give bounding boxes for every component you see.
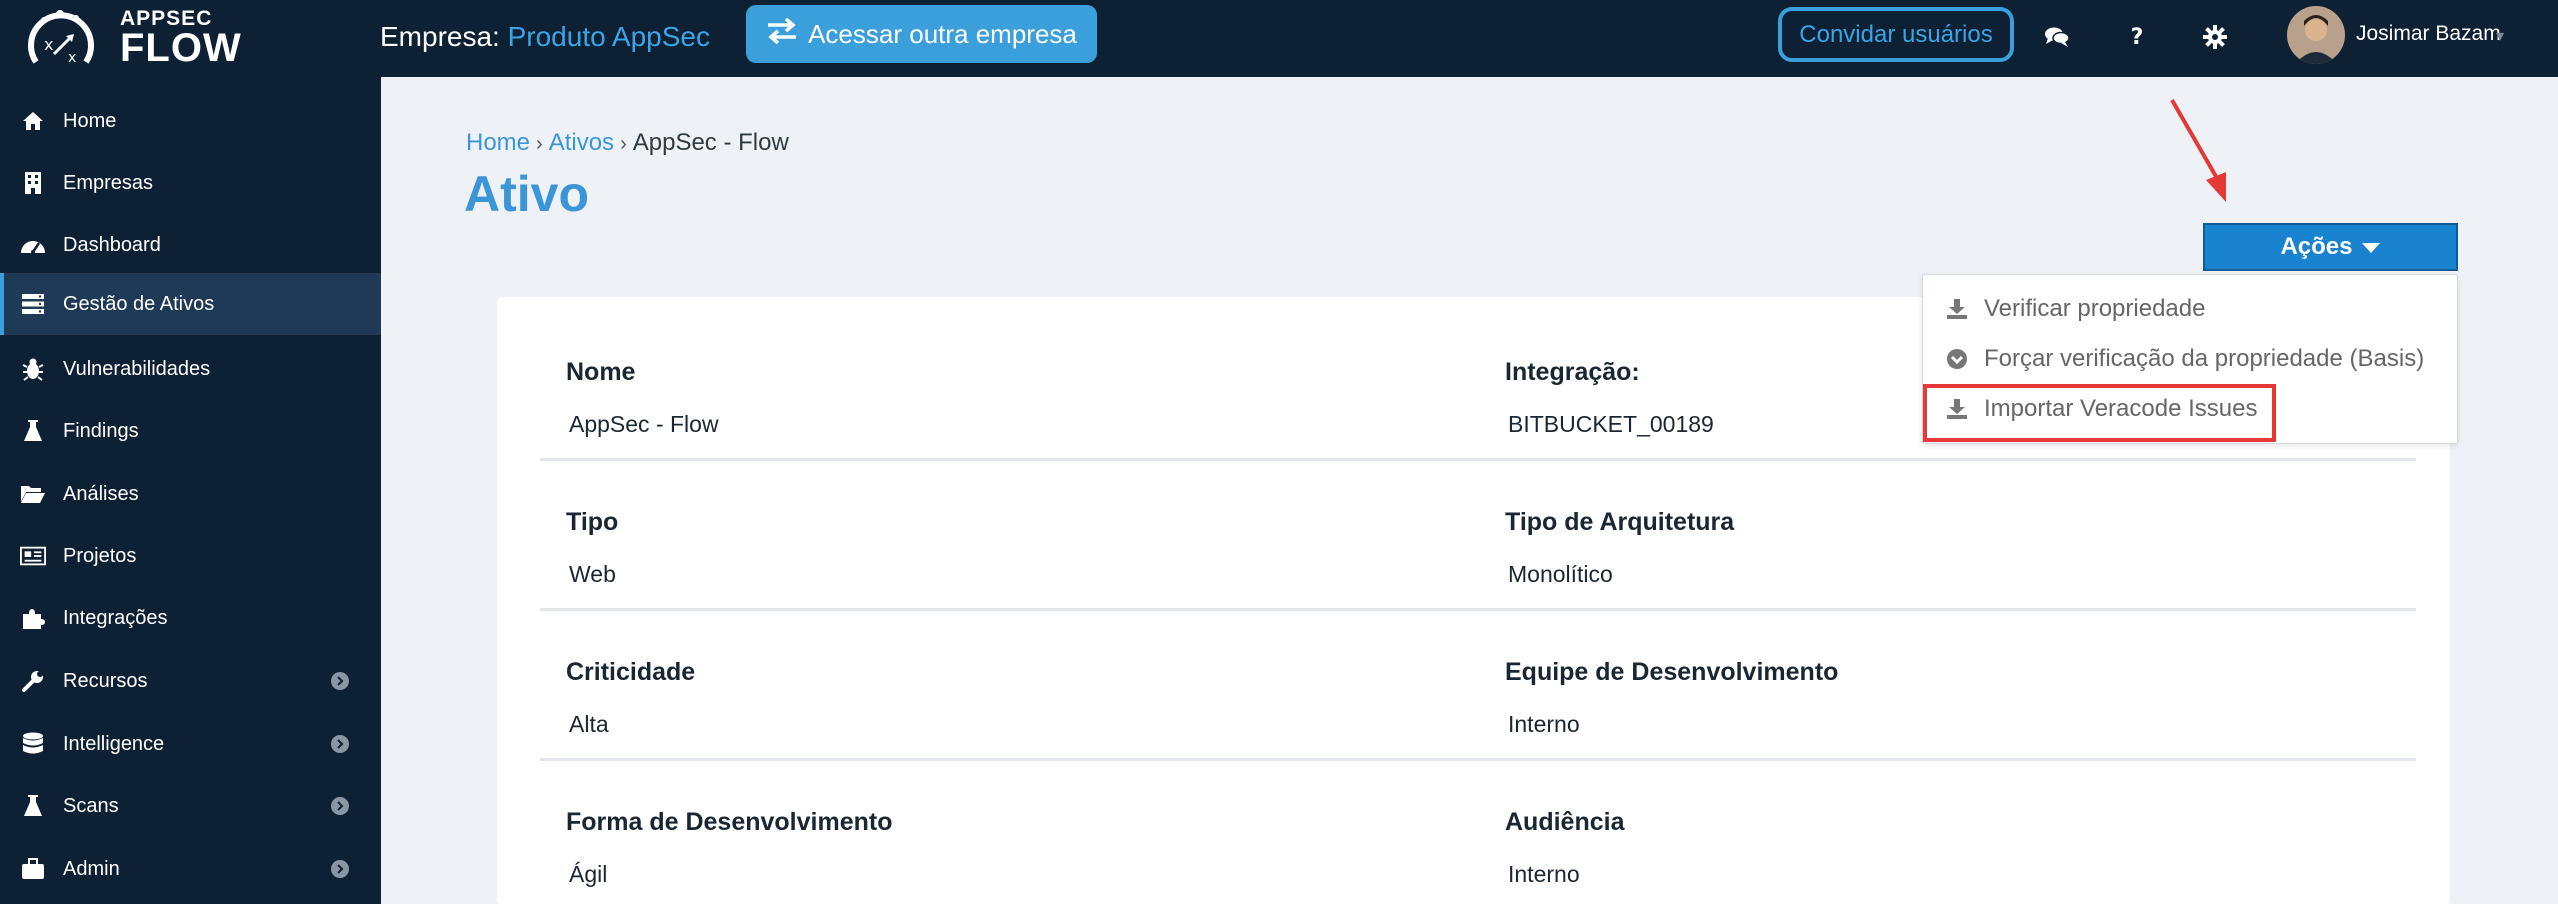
building-icon: [20, 170, 46, 196]
divider: [540, 458, 2416, 461]
chevron-right-icon[interactable]: [331, 860, 349, 878]
red-arrow-annotation: [2170, 99, 2226, 202]
invite-users-button[interactable]: Convidar usuários: [1778, 7, 2014, 62]
puzzle-icon: [20, 605, 46, 631]
flask-icon: [20, 793, 46, 819]
briefcase-icon: [20, 856, 46, 882]
company-label: Empresa:: [380, 21, 500, 52]
field-label-forma-de-desenvolvimento: Forma de Desenvolvimento: [566, 808, 893, 836]
folder-open-icon: [20, 481, 46, 507]
menu-item-forcar-verificacao[interactable]: Forçar verificação da propriedade (Basis…: [1923, 335, 2459, 383]
sidebar-item-label: Integrações: [63, 606, 168, 629]
sidebar-item-projetos[interactable]: Projetos: [0, 525, 381, 587]
sidebar-item-recursos[interactable]: Recursos: [0, 650, 381, 712]
svg-text:x: x: [44, 35, 53, 54]
sidebar-item-label: Scans: [63, 794, 119, 817]
sidebar-item-analises[interactable]: Análises: [0, 463, 381, 525]
sidebar-item-vulnerabilidades[interactable]: Vulnerabilidades: [0, 338, 381, 400]
avatar[interactable]: [2287, 6, 2345, 64]
gear-icon[interactable]: [2198, 20, 2232, 54]
user-name[interactable]: Josimar Bazam: [2356, 22, 2501, 46]
divider: [540, 758, 2416, 761]
chevron-right-icon[interactable]: [331, 672, 349, 690]
divider: [540, 608, 2416, 611]
highlight-box-annotation: [1923, 384, 2276, 442]
menu-item-label: Verificar propriedade: [1984, 295, 2206, 322]
field-value-criticidade: Alta: [569, 711, 609, 737]
chevron-circle-down-icon: [1945, 347, 1969, 371]
sidebar-item-label: Recursos: [63, 669, 148, 692]
field-value-audiencia: Interno: [1508, 861, 1580, 887]
company-indicator: Empresa: Produto AppSec: [380, 21, 710, 53]
breadcrumb: Home › Ativos › AppSec - Flow: [466, 129, 789, 156]
sidebar-item-gestao-de-ativos[interactable]: Gestão de Ativos: [0, 273, 381, 335]
field-value-integracao: BITBUCKET_00189: [1508, 411, 1714, 437]
field-label-criticidade: Criticidade: [566, 658, 696, 686]
field-label-audiencia: Audiência: [1505, 808, 1625, 836]
breadcrumb-ativos[interactable]: Ativos: [549, 129, 614, 156]
logo-line-2: FLOW: [120, 26, 242, 70]
actions-button-label: Ações: [2280, 233, 2353, 260]
wrench-icon: [20, 668, 46, 694]
newspaper-icon: [20, 543, 46, 569]
sidebar-item-dashboard[interactable]: Dashboard: [0, 214, 381, 276]
sidebar-item-label: Home: [63, 109, 117, 132]
menu-item-label: Forçar verificação da propriedade (Basis…: [1984, 345, 2425, 372]
field-value-equipe-de-desenvolvimento: Interno: [1508, 711, 1580, 737]
exchange-icon: [766, 17, 798, 51]
question-icon[interactable]: ?: [2120, 20, 2154, 54]
field-label-tipo-de-arquitetura: Tipo de Arquitetura: [1505, 508, 1735, 536]
field-value-tipo: Web: [569, 561, 616, 587]
sidebar-item-integracoes[interactable]: Integrações: [0, 587, 381, 649]
sidebar-item-label: Admin: [63, 857, 120, 880]
sidebar-item-admin[interactable]: Admin: [0, 838, 381, 900]
breadcrumb-current: AppSec - Flow: [632, 129, 789, 156]
database-icon: [20, 731, 46, 757]
chevron-down-icon[interactable]: ▾: [2496, 26, 2504, 46]
sidebar-item-empresas[interactable]: Empresas: [0, 152, 381, 214]
field-value-forma-de-desenvolvimento: Ágil: [569, 861, 608, 887]
caret-down-icon: [2361, 233, 2381, 261]
company-name[interactable]: Produto AppSec: [508, 21, 710, 52]
server-icon: [20, 291, 46, 317]
sidebar-item-findings[interactable]: Findings: [0, 400, 381, 462]
home-icon: [20, 108, 46, 134]
page-title: Ativo: [464, 166, 589, 222]
field-label-tipo: Tipo: [566, 508, 619, 536]
sidebar-item-label: Findings: [63, 419, 139, 442]
sidebar-item-label: Dashboard: [63, 233, 161, 256]
sidebar-item-home[interactable]: Home: [0, 90, 381, 152]
sidebar-item-label: Gestão de Ativos: [63, 292, 215, 315]
bug-icon: [20, 356, 46, 382]
field-value-tipo-de-arquitetura: Monolítico: [1508, 561, 1613, 587]
menu-item-verificar-propriedade[interactable]: Verificar propriedade: [1923, 285, 2459, 333]
switch-company-label: Acessar outra empresa: [808, 18, 1077, 49]
top-bar: x x APPSEC FLOW Empresa: Produto AppSec …: [0, 0, 2558, 77]
flask-icon: [20, 418, 46, 444]
sidebar-item-label: Vulnerabilidades: [63, 357, 211, 380]
sidebar-item-label: Empresas: [63, 171, 154, 194]
sidebar-item-label: Intelligence: [63, 732, 165, 755]
breadcrumb-home[interactable]: Home: [466, 129, 530, 156]
field-label-nome: Nome: [566, 358, 636, 386]
dashboard-icon: [20, 232, 46, 258]
sidebar-item-scans[interactable]: Scans: [0, 775, 381, 837]
chevron-right-icon[interactable]: [331, 735, 349, 753]
field-label-integracao: Integração:: [1505, 358, 1640, 386]
svg-text:x: x: [68, 50, 76, 66]
switch-company-button[interactable]: Acessar outra empresa: [746, 5, 1097, 63]
actions-dropdown-button[interactable]: Ações: [2203, 223, 2458, 271]
sidebar-item-label: Projetos: [63, 544, 137, 567]
appsec-flow-logo[interactable]: x x APPSEC FLOW: [24, 4, 244, 72]
comments-icon[interactable]: [2040, 20, 2074, 54]
chevron-right-icon[interactable]: [331, 797, 349, 815]
field-label-equipe-de-desenvolvimento: Equipe de Desenvolvimento: [1505, 658, 1839, 686]
sidebar-item-intelligence[interactable]: Intelligence: [0, 713, 381, 775]
download-icon: [1945, 297, 1969, 321]
field-value-nome: AppSec - Flow: [569, 411, 719, 437]
sidebar: Home Empresas Dashboard Gestão de Ativos…: [0, 77, 381, 904]
sidebar-item-label: Análises: [63, 482, 139, 505]
